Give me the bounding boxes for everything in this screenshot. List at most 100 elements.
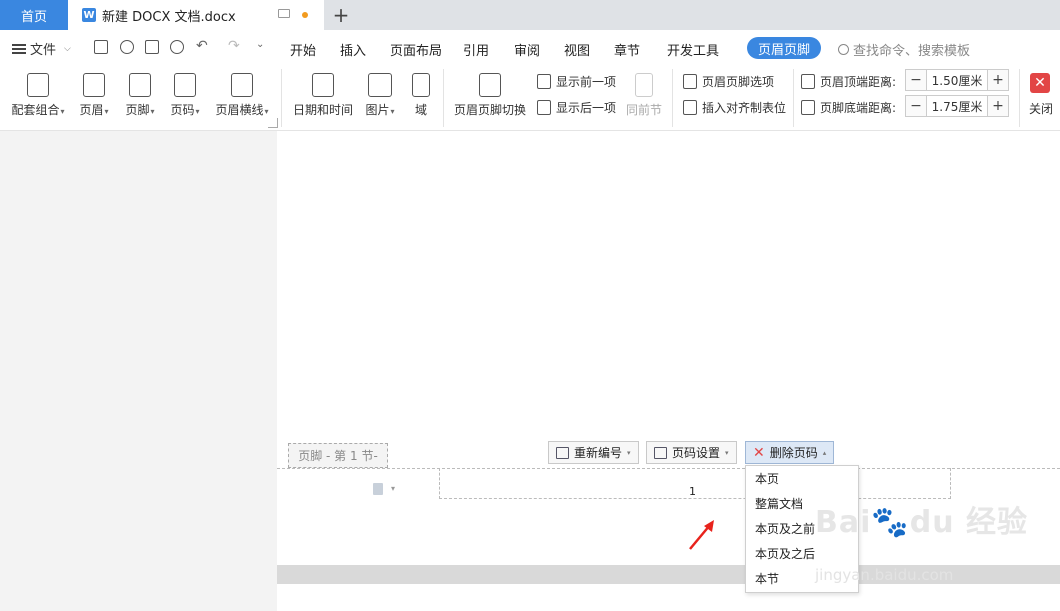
header-line-icon bbox=[231, 73, 253, 97]
delete-icon: ✕ bbox=[753, 444, 765, 461]
page-number-settings-button[interactable]: 页码设置 ▾ bbox=[646, 441, 737, 464]
menu-start[interactable]: 开始 bbox=[290, 40, 316, 59]
footer-doc-icon[interactable] bbox=[373, 483, 383, 495]
image-icon bbox=[368, 73, 392, 97]
menu-developer[interactable]: 开发工具 bbox=[667, 40, 719, 59]
show-next-icon bbox=[537, 100, 551, 115]
same-as-previous-button[interactable]: 同前节 bbox=[624, 73, 664, 118]
command-search[interactable]: 查找命令、搜索模板 bbox=[838, 40, 970, 59]
picture-button[interactable]: 图片▾ bbox=[362, 73, 398, 118]
header-top-distance-label: 页眉顶端距离: bbox=[801, 73, 896, 90]
field-button[interactable]: 域 bbox=[409, 73, 433, 118]
search-placeholder: 查找命令、搜索模板 bbox=[853, 44, 971, 59]
renumber-icon bbox=[556, 446, 569, 459]
chevron-down-icon: ⌵ bbox=[64, 43, 71, 54]
ribbon-divider bbox=[672, 69, 673, 127]
print-icon[interactable] bbox=[145, 40, 159, 54]
show-next-button[interactable]: 显示后一项 bbox=[537, 99, 616, 116]
menu-item-this-page-and-after[interactable]: 本页及之后 bbox=[746, 541, 858, 566]
wps-writer-icon: W bbox=[82, 8, 96, 22]
page-settings-icon bbox=[654, 446, 667, 459]
menu-header-footer[interactable]: 页眉页脚 bbox=[747, 37, 821, 59]
menu-item-this-page[interactable]: 本页 bbox=[746, 466, 858, 491]
renumber-button[interactable]: 重新编号 ▾ bbox=[548, 441, 639, 464]
page-number-button[interactable]: 页码▾ bbox=[167, 73, 203, 118]
footer-icon bbox=[129, 73, 151, 97]
footer-button[interactable]: 页脚▾ bbox=[122, 73, 158, 118]
same-as-previous-icon bbox=[635, 73, 653, 97]
options-icon bbox=[683, 74, 697, 89]
ribbon-divider bbox=[793, 69, 794, 127]
annotation-arrow-icon bbox=[689, 520, 714, 550]
baidu-watermark: Bai🐾du 经验 bbox=[815, 505, 1029, 540]
hamburger-icon bbox=[12, 43, 26, 54]
menu-references[interactable]: 引用 bbox=[463, 40, 489, 59]
menu-review[interactable]: 审阅 bbox=[514, 40, 540, 59]
monitor-icon[interactable] bbox=[278, 9, 290, 18]
chevron-down-icon: ▾ bbox=[725, 448, 729, 457]
matching-set-button[interactable]: 配套组合▾ bbox=[8, 73, 68, 118]
field-icon bbox=[412, 73, 430, 97]
footer-bottom-distance-label: 页脚底端距离: bbox=[801, 99, 896, 116]
footer-bottom-icon bbox=[801, 100, 815, 115]
header-top-distance-stepper[interactable]: − 1.50厘米 + bbox=[905, 69, 1009, 91]
header-line-button[interactable]: 页眉横线▾ bbox=[212, 73, 272, 118]
next-page[interactable] bbox=[277, 584, 1060, 611]
footer-bottom-distance-stepper[interactable]: − 1.75厘米 + bbox=[905, 95, 1009, 117]
menu-section[interactable]: 章节 bbox=[614, 40, 640, 59]
document-tab-title: 新建 DOCX 文档.docx bbox=[102, 9, 236, 25]
file-menu-label: 文件 bbox=[30, 43, 57, 58]
file-menu[interactable]: 文件 ⌵ bbox=[12, 39, 71, 58]
header-footer-options-button[interactable]: 页眉页脚选项 bbox=[683, 73, 774, 90]
chevron-down-icon[interactable]: ▾ bbox=[391, 484, 395, 493]
home-tab[interactable]: 首页 bbox=[0, 0, 68, 30]
align-tab-icon bbox=[683, 100, 697, 115]
increase-button[interactable]: + bbox=[987, 69, 1009, 91]
redo-icon[interactable]: ↷ bbox=[228, 38, 240, 54]
header-top-distance-value[interactable]: 1.50厘米 bbox=[927, 69, 987, 91]
increase-button[interactable]: + bbox=[987, 95, 1009, 117]
header-top-icon bbox=[801, 74, 815, 89]
document-tab[interactable]: W 新建 DOCX 文档.docx bbox=[68, 0, 324, 30]
template-icon bbox=[27, 73, 49, 97]
calendar-icon bbox=[312, 73, 334, 97]
margin-corner-mark bbox=[268, 118, 278, 128]
menu-bar: 文件 ⌵ ↶ ↷ ⌄ 开始 插入 页面布局 引用 审阅 视图 章节 开发工具 页… bbox=[0, 30, 1060, 65]
chevron-up-icon: ▴ bbox=[822, 448, 827, 457]
page-number-icon bbox=[174, 73, 196, 97]
format-painter-icon[interactable] bbox=[120, 40, 134, 54]
delete-page-number-button[interactable]: ✕ 删除页码 ▴ bbox=[745, 441, 835, 464]
new-tab-button[interactable]: + bbox=[330, 0, 352, 30]
decrease-button[interactable]: − bbox=[905, 95, 927, 117]
menu-insert[interactable]: 插入 bbox=[340, 40, 366, 59]
footer-bottom-distance-value[interactable]: 1.75厘米 bbox=[927, 95, 987, 117]
search-icon bbox=[838, 44, 849, 55]
header-button[interactable]: 页眉▾ bbox=[76, 73, 112, 118]
baidu-watermark-url: jingyan.baidu.com bbox=[815, 566, 954, 584]
show-previous-button[interactable]: 显示前一项 bbox=[537, 73, 616, 90]
quick-access-more-icon[interactable]: ⌄ bbox=[256, 39, 264, 50]
menu-view[interactable]: 视图 bbox=[564, 40, 590, 59]
unsaved-dot-icon bbox=[302, 12, 308, 18]
header-footer-ribbon: 配套组合▾ 页眉▾ 页脚▾ 页码▾ 页眉横线▾ 日期和时间 图片▾ 域 页眉页脚… bbox=[0, 65, 1060, 131]
header-footer-switch-button[interactable]: 页眉页脚切换 bbox=[452, 73, 528, 118]
save-icon[interactable] bbox=[94, 40, 108, 54]
show-previous-icon bbox=[537, 74, 551, 89]
ribbon-divider bbox=[281, 69, 282, 127]
print-preview-icon[interactable] bbox=[170, 40, 184, 54]
close-icon[interactable]: ✕ bbox=[1030, 73, 1050, 93]
ribbon-divider bbox=[1019, 69, 1020, 127]
ribbon-divider bbox=[443, 69, 444, 127]
page-number-value[interactable]: 1 bbox=[689, 485, 696, 498]
date-time-button[interactable]: 日期和时间 bbox=[291, 73, 355, 118]
chevron-down-icon: ▾ bbox=[627, 448, 631, 457]
insert-align-tab-button[interactable]: 插入对齐制表位 bbox=[683, 99, 786, 116]
menu-page-layout[interactable]: 页面布局 bbox=[390, 40, 442, 59]
close-header-footer-label[interactable]: 关闭 bbox=[1028, 100, 1054, 117]
decrease-button[interactable]: − bbox=[905, 69, 927, 91]
title-bar: 首页 W 新建 DOCX 文档.docx + bbox=[0, 0, 1060, 30]
undo-icon[interactable]: ↶ bbox=[196, 38, 208, 54]
switch-icon bbox=[479, 73, 501, 97]
header-icon bbox=[83, 73, 105, 97]
footer-section-tag: 页脚 - 第 1 节- bbox=[288, 443, 388, 468]
